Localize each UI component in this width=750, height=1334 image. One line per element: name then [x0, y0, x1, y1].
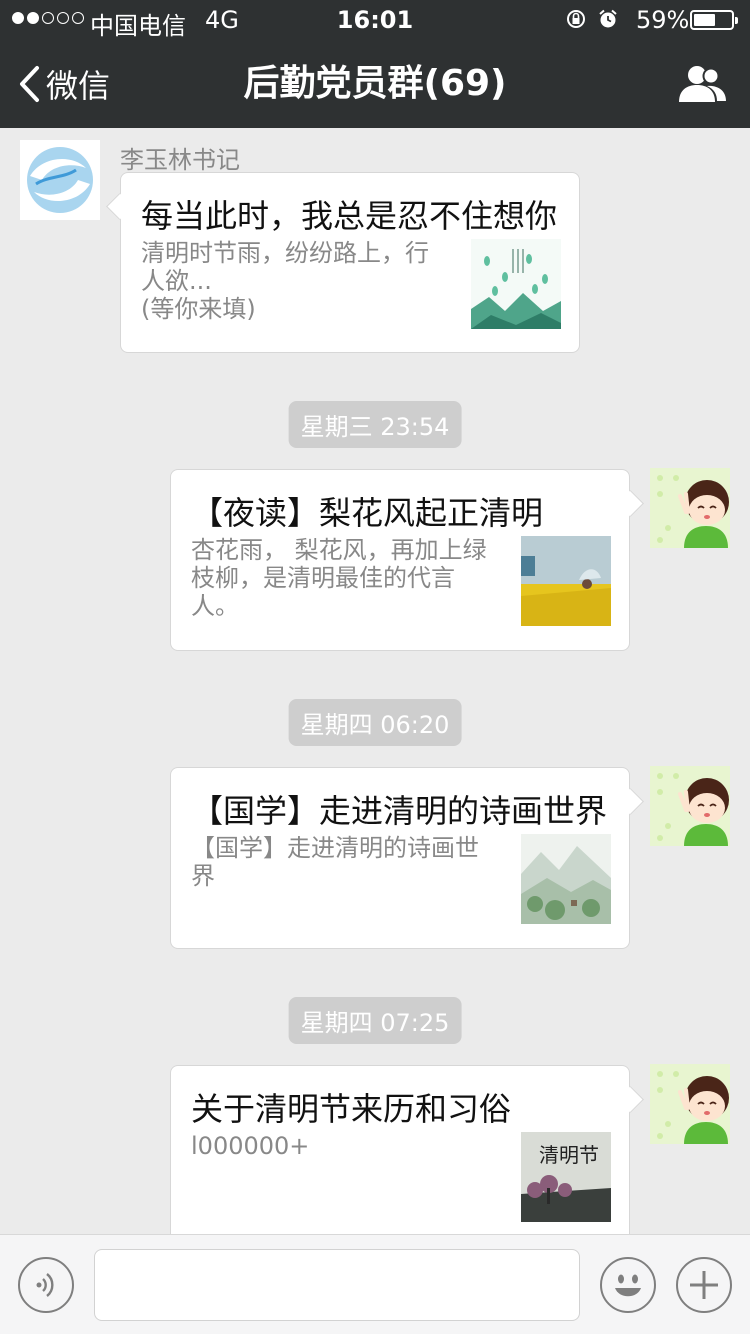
user-avatar[interactable] [650, 766, 730, 846]
landscape-painting-thumbnail [521, 834, 611, 924]
article-summary: 杏花雨， 梨花风，再加上绿枝柳，是清明最佳的代言人。 [191, 536, 487, 620]
qingming-poster-thumbnail: 清明节 [521, 1132, 611, 1222]
article-title: 关于清明节来历和习俗 [191, 1090, 512, 1128]
poster-text: 清明节 [539, 1143, 599, 1167]
article-title: 每当此时，我总是忍不住想你 [141, 197, 558, 235]
article-card[interactable]: 每当此时，我总是忍不住想你 清明时节雨，纷纷路上，行人欲... (等你来填) [120, 172, 580, 353]
more-button[interactable] [676, 1257, 732, 1313]
article-summary: 清明时节雨，纷纷路上，行人欲... (等你来填) [141, 239, 429, 323]
article-card[interactable]: 【国学】走进清明的诗画世界 【国学】走进清明的诗画世界 [170, 767, 630, 949]
user-avatar[interactable] [650, 468, 730, 548]
article-summary: 【国学】走进清明的诗画世界 [191, 834, 479, 890]
page-title: 后勤党员群(69) [243, 63, 507, 104]
rapeseed-field-thumbnail [521, 536, 611, 626]
sender-name: 李玉林书记 [120, 146, 240, 174]
battery-icon [690, 10, 738, 30]
input-bar [0, 1234, 750, 1334]
battery-percent: 59% [636, 6, 690, 34]
group-members-icon[interactable] [676, 64, 728, 104]
voice-button[interactable] [18, 1257, 74, 1313]
sender-avatar[interactable] [20, 140, 100, 220]
timestamp-pill: 星期四 06:20 [288, 699, 462, 746]
timestamp-pill: 星期三 23:54 [288, 401, 462, 448]
article-title: 【国学】走进清明的诗画世界 [191, 792, 608, 830]
alarm-icon [599, 9, 617, 28]
article-card[interactable]: 【夜读】梨花风起正清明 杏花雨， 梨花风，再加上绿枝柳，是清明最佳的代言人。 [170, 469, 630, 651]
user-avatar[interactable] [650, 1064, 730, 1144]
emoji-button[interactable] [600, 1257, 656, 1313]
status-bar: 中国电信 4G 16:01 59% [0, 0, 750, 40]
article-summary: l000000+ [191, 1132, 310, 1160]
chat-area[interactable]: 李玉林书记 每当此时，我总是忍不住想你 清明时节雨，纷纷路上，行人欲... (等… [0, 128, 750, 1234]
top-bar: 中国电信 4G 16:01 59% 微信 后勤党员群(69) [0, 0, 750, 128]
emoji-icon [615, 1274, 641, 1297]
message-input[interactable] [94, 1249, 580, 1321]
article-title: 【夜读】梨花风起正清明 [191, 494, 544, 532]
green-rain-illustration-thumbnail [471, 239, 561, 329]
timestamp-pill: 星期四 07:25 [288, 997, 462, 1044]
rotation-lock-icon [567, 10, 585, 28]
plus-icon [690, 1271, 718, 1299]
voice-icon [36, 1273, 54, 1297]
article-card[interactable]: 关于清明节来历和习俗 l000000+ 清明节 [170, 1065, 630, 1234]
